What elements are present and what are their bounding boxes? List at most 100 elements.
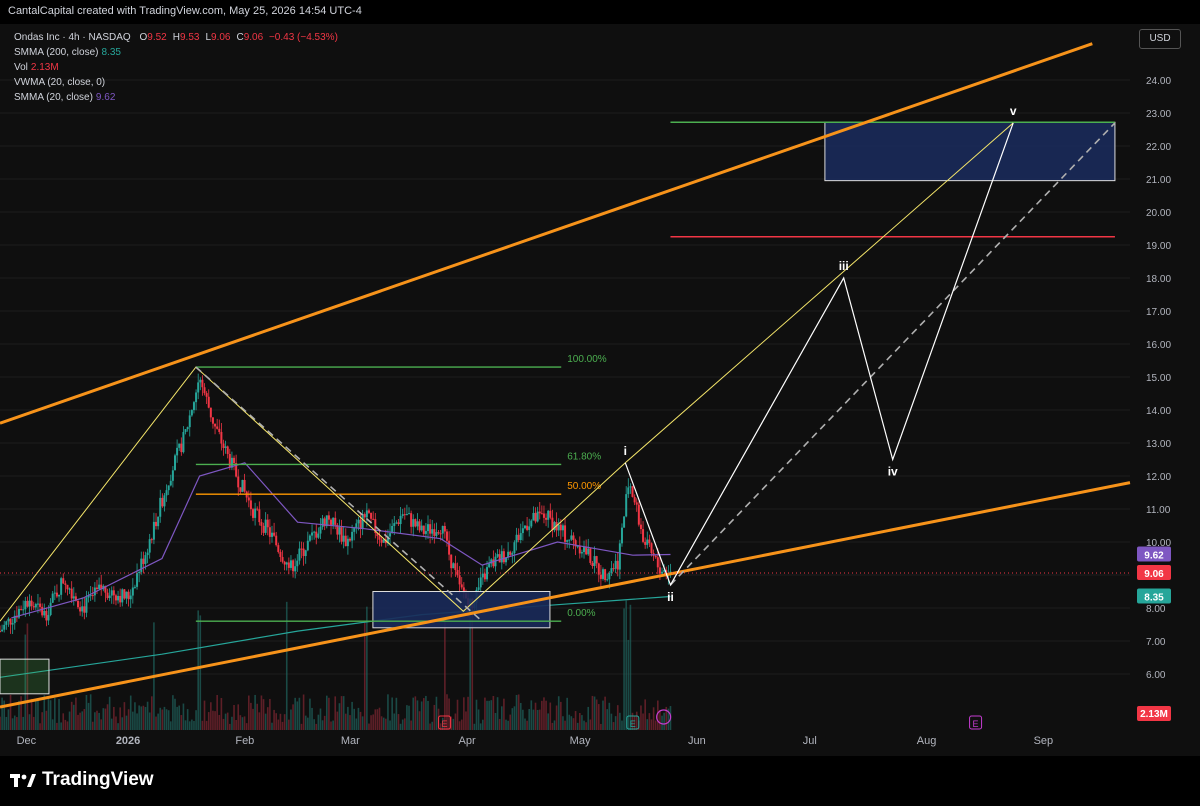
candle [661,571,664,574]
candle [201,379,204,388]
volume-bar [366,606,368,730]
volume-bar [113,706,115,730]
volume-bar [469,616,471,730]
volume-bar [32,716,35,730]
tradingview-logo[interactable]: TradingView [10,769,154,791]
indicator-value: 8.35 [101,47,121,58]
candle [365,510,368,518]
volume-bar [635,711,638,730]
y-tick-label: 8.00 [1146,604,1166,615]
volume-bar [49,700,52,730]
ohlc-values: O9.52 H9.53 L9.06 C9.06 [134,32,264,43]
candle [408,513,411,515]
candle [332,517,335,525]
candle [289,560,292,568]
ohlc-value-h: 9.53 [179,32,200,43]
candle [36,603,39,605]
volume-bar [132,711,134,730]
volume-bar [482,719,484,730]
candle [7,618,10,622]
candle [114,595,117,601]
volume-bar [180,715,183,730]
volume-bar [7,709,10,730]
candle [262,525,265,533]
volume-bar [163,706,166,730]
indicator-value: 9.62 [95,92,116,103]
volume-bar [597,704,600,730]
volume-bar [549,702,552,730]
volume-bar [517,694,520,730]
candle [424,531,427,534]
candle [631,486,634,497]
candle [197,382,200,393]
volume-bar [545,700,547,730]
y-tick-label: 19.00 [1146,241,1171,252]
price-chart[interactable]: 100.00%61.80%50.00%0.00%iiiiiiivvE E E6.00… [0,24,1200,756]
candle [51,593,54,603]
volume-bar [349,715,351,730]
volume-bar [568,714,571,730]
volume-bar [182,703,185,730]
volume-bar [298,697,301,730]
volume-bar [247,695,250,730]
currency-button[interactable]: USD [1139,29,1181,49]
ohlc-value-l: 9.06 [211,32,231,43]
target-zone-box[interactable] [824,121,1116,182]
candle [214,423,217,427]
volume-bar [370,715,372,730]
candle [587,548,590,555]
indicator-row[interactable]: SMMA (20, close) 9.62 [14,90,338,105]
volume-bar [323,715,326,730]
volume-bar [431,721,434,730]
y-tick-label: 16.00 [1146,340,1171,351]
indicator-row[interactable]: SMMA (200, close) 8.35 [14,45,338,60]
volume-bar [509,714,512,730]
volume-bar [355,718,358,730]
volume-bar [612,722,615,730]
volume-bar [353,708,356,730]
candle [45,610,48,621]
candle [266,519,269,528]
volume-bar [408,705,410,730]
volume-bar [41,712,43,730]
y-tick-label: 20.00 [1146,208,1171,219]
candle [612,568,615,570]
volume-bar [30,698,33,730]
candle [136,573,139,587]
candle [418,521,421,531]
indicator-label: SMMA (20, close) [14,92,93,103]
volume-bar [505,719,507,730]
candle [190,410,193,416]
y-tick-label: 12.00 [1146,472,1171,483]
candle [549,510,552,518]
volume-bar [11,718,14,730]
candle [321,518,324,527]
candle [192,402,195,411]
candle [302,548,305,557]
volume-bar [13,715,16,730]
x-tick-label: Jul [803,735,817,747]
candle [412,519,415,527]
indicator-row[interactable]: Vol 2.13M [14,60,338,75]
volume-bar [444,618,446,730]
volume-bar [79,712,81,730]
candle [81,606,84,612]
volume-bar [224,713,227,730]
volume-bar [47,697,50,730]
volume-bar [507,720,509,730]
volume-bar [543,697,545,730]
volume-bar [374,709,377,730]
volume-bar [566,697,568,730]
volume-bar [237,704,240,730]
volume-bar [184,720,187,730]
volume-bar [264,713,267,730]
candle [98,584,101,590]
volume-bar [553,720,556,730]
volume-bar [610,713,613,730]
volume-bar [220,697,223,730]
indicator-row[interactable]: VWMA (20, close, 0) [14,75,338,90]
left-zone-box[interactable] [0,658,50,695]
candle [460,584,463,588]
volume-bar [39,723,41,730]
x-tick-label: Mar [341,735,360,747]
